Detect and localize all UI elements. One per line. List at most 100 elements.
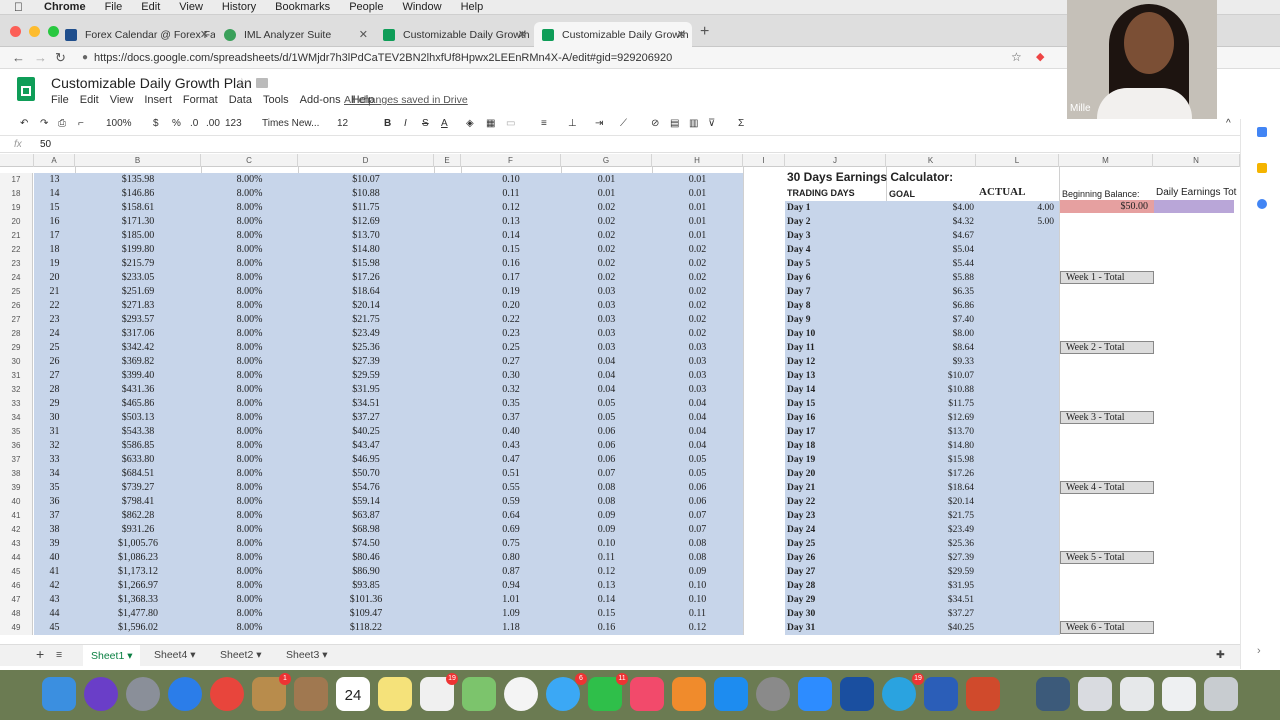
day-goal[interactable]: $14.80 — [886, 439, 974, 453]
day-actual[interactable] — [976, 285, 1054, 299]
day-goal[interactable]: $34.51 — [886, 593, 974, 607]
menu-view[interactable]: View — [179, 1, 203, 13]
cell-f[interactable]: 0.64 — [461, 509, 561, 523]
filter-icon[interactable]: ⊽ — [708, 118, 715, 129]
cell-g[interactable]: 0.04 — [561, 355, 652, 369]
col-header-i[interactable]: I — [743, 154, 785, 167]
maps-icon[interactable] — [462, 677, 496, 711]
safari-icon[interactable] — [168, 677, 202, 711]
collapse-menus-icon[interactable]: ^ — [1226, 118, 1231, 129]
menu-edit[interactable]: Edit — [80, 94, 99, 106]
cell-b[interactable]: $293.57 — [75, 313, 201, 327]
cell-d[interactable]: $46.95 — [298, 453, 434, 467]
cell-f[interactable]: 0.23 — [461, 327, 561, 341]
cell-c[interactable]: 8.00% — [201, 341, 298, 355]
tab-forex-calendar[interactable]: Forex Calendar @ Forex Factor ✕ — [57, 22, 215, 47]
day-goal[interactable]: $37.27 — [886, 607, 974, 621]
cell-b[interactable]: $739.27 — [75, 481, 201, 495]
row-header[interactable]: 27 — [0, 313, 33, 327]
cell-h[interactable]: 0.02 — [652, 285, 743, 299]
expand-panel-icon[interactable]: › — [1257, 645, 1261, 657]
cell-g[interactable]: 0.09 — [561, 523, 652, 537]
cell-h[interactable]: 0.02 — [652, 257, 743, 271]
font-size-select[interactable]: 12 — [337, 118, 348, 129]
strikethrough-button[interactable]: S — [422, 118, 429, 129]
day-actual[interactable] — [976, 621, 1054, 635]
menu-history[interactable]: History — [222, 1, 256, 13]
cell-c[interactable]: 8.00% — [201, 201, 298, 215]
cell-h[interactable]: 0.02 — [652, 299, 743, 313]
music-icon[interactable] — [630, 677, 664, 711]
cell-g[interactable]: 0.14 — [561, 593, 652, 607]
day-actual[interactable] — [976, 243, 1054, 257]
cell-h[interactable]: 0.05 — [652, 467, 743, 481]
row-header[interactable]: 22 — [0, 243, 33, 257]
day-actual[interactable] — [976, 355, 1054, 369]
day-actual[interactable] — [976, 383, 1054, 397]
tab-growth-plan-2[interactable]: Customizable Daily Growth Pla ✕ — [534, 22, 692, 47]
close-tab-icon[interactable]: ✕ — [677, 28, 686, 41]
menu-insert[interactable]: Insert — [144, 94, 172, 106]
sheets-logo-icon[interactable] — [17, 77, 35, 101]
row-header[interactable]: 34 — [0, 411, 33, 425]
menu-people[interactable]: People — [349, 1, 383, 13]
day-goal[interactable]: $5.88 — [886, 271, 974, 285]
day-actual[interactable]: 5.00 — [976, 215, 1054, 229]
photos-icon[interactable] — [504, 677, 538, 711]
cell-b[interactable]: $1,477.80 — [75, 607, 201, 621]
cell-h[interactable]: 0.02 — [652, 327, 743, 341]
cell-b[interactable]: $1,005.76 — [75, 537, 201, 551]
cell-g[interactable]: 0.16 — [561, 621, 652, 635]
cell-b[interactable]: $684.51 — [75, 467, 201, 481]
cell-f[interactable]: 0.12 — [461, 201, 561, 215]
day-actual[interactable] — [976, 495, 1054, 509]
cell-h[interactable]: 0.01 — [652, 201, 743, 215]
cell-b[interactable]: $931.26 — [75, 523, 201, 537]
cell-b[interactable]: $465.86 — [75, 397, 201, 411]
cell-a[interactable]: 17 — [34, 229, 75, 243]
day-goal[interactable]: $12.69 — [886, 411, 974, 425]
cell-c[interactable]: 8.00% — [201, 187, 298, 201]
cell-g[interactable]: 0.10 — [561, 537, 652, 551]
cell-g[interactable]: 0.02 — [561, 257, 652, 271]
cell-a[interactable]: 41 — [34, 565, 75, 579]
cell-h[interactable]: 0.06 — [652, 481, 743, 495]
cell-d[interactable]: $12.69 — [298, 215, 434, 229]
zoom-icon[interactable] — [798, 677, 832, 711]
cell-f[interactable]: 0.75 — [461, 537, 561, 551]
day-actual[interactable] — [976, 467, 1054, 481]
cell-h[interactable]: 0.01 — [652, 173, 743, 187]
menu-edit[interactable]: Edit — [141, 1, 160, 13]
cell-a[interactable]: 21 — [34, 285, 75, 299]
cell-d[interactable]: $74.50 — [298, 537, 434, 551]
week-total-label[interactable]: Week 2 - Total — [1060, 341, 1154, 354]
menu-window[interactable]: Window — [402, 1, 441, 13]
undo-icon[interactable]: ↶ — [20, 118, 28, 129]
calendar-addon-icon[interactable] — [1257, 127, 1267, 137]
day-goal[interactable]: $25.36 — [886, 537, 974, 551]
cell-b[interactable]: $171.30 — [75, 215, 201, 229]
cell-d[interactable]: $25.36 — [298, 341, 434, 355]
cell-h[interactable]: 0.06 — [652, 495, 743, 509]
day-goal[interactable]: $20.14 — [886, 495, 974, 509]
day-goal[interactable]: $17.26 — [886, 467, 974, 481]
cell-d[interactable]: $118.22 — [298, 621, 434, 635]
cell-g[interactable]: 0.03 — [561, 327, 652, 341]
cell-a[interactable]: 30 — [34, 411, 75, 425]
day-actual[interactable]: 4.00 — [976, 201, 1054, 215]
cell-d[interactable]: $68.98 — [298, 523, 434, 537]
cell-c[interactable]: 8.00% — [201, 621, 298, 635]
print-icon[interactable]: ⎙ — [58, 118, 66, 129]
cell-f[interactable]: 0.27 — [461, 355, 561, 369]
launchpad-icon[interactable] — [126, 677, 160, 711]
day-goal[interactable]: $8.64 — [886, 341, 974, 355]
tab-growth-plan-1[interactable]: Customizable Daily Growth Pla ✕ — [375, 22, 533, 47]
cell-c[interactable]: 8.00% — [201, 369, 298, 383]
decrease-decimal-button[interactable]: .0 — [190, 118, 198, 129]
chrome-icon[interactable] — [210, 677, 244, 711]
cell-d[interactable]: $10.88 — [298, 187, 434, 201]
forward-icon[interactable]: → — [34, 50, 47, 65]
increase-decimal-button[interactable]: .00 — [206, 118, 220, 129]
day-actual[interactable] — [976, 369, 1054, 383]
cell-h[interactable]: 0.02 — [652, 313, 743, 327]
